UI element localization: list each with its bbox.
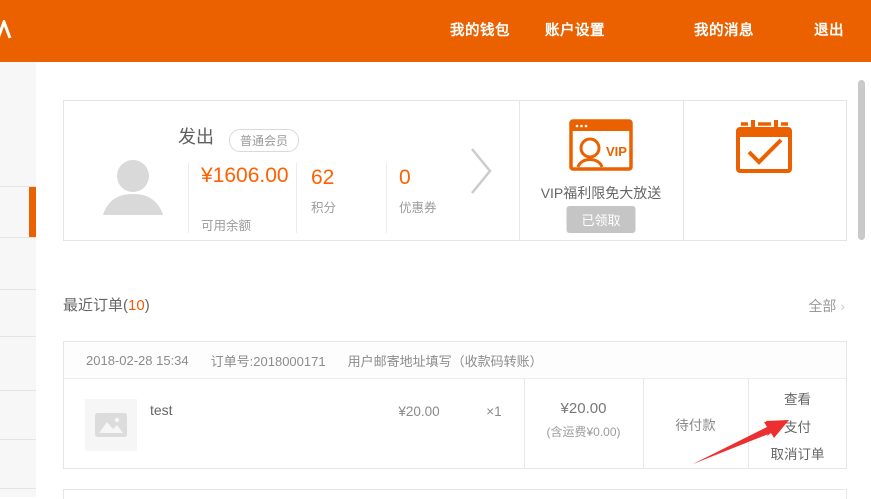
order-note: 用户邮寄地址填写（收款码转账） (348, 351, 543, 370)
nav-my-wallet[interactable]: 我的钱包 (450, 0, 510, 62)
pay-order-link[interactable]: 支付 (748, 421, 847, 435)
vip-promo-block: VIP VIP福利限免大放送 已领取 (519, 101, 683, 240)
nav-my-messages[interactable]: 我的消息 (694, 0, 754, 62)
chevron-right-small-icon: › (840, 298, 845, 314)
order-time: 2018-02-28 15:34 (86, 353, 189, 368)
sidebar-item[interactable] (0, 238, 36, 289)
logo-fragment-icon (0, 20, 13, 46)
chevron-right-icon[interactable] (468, 145, 494, 197)
cancel-order-link[interactable]: 取消订单 (748, 448, 847, 462)
balance-label: 可用余额 (201, 215, 251, 234)
image-placeholder-icon (95, 413, 127, 437)
next-order-card-clipped (63, 489, 847, 499)
svg-text:VIP: VIP (606, 144, 627, 159)
order-number: 订单号:2018000171 (211, 351, 326, 370)
sidebar-item[interactable] (0, 391, 36, 439)
member-level-badge: 普通会员 (229, 129, 299, 152)
shipping-note: (含运费¥0.00) (524, 423, 643, 440)
unit-price: ¥20.00 (364, 404, 474, 419)
view-all-orders-link[interactable]: 全部› (745, 296, 845, 316)
order-status: 待付款 (643, 379, 748, 468)
username: 发出 (178, 123, 214, 149)
stat-divider (188, 163, 189, 233)
order-header-row: 2018-02-28 15:34 订单号:2018000171 用户邮寄地址填写… (64, 342, 846, 379)
order-total: ¥20.00 (524, 400, 643, 417)
checkin-block (683, 101, 847, 240)
claimed-button[interactable]: 已领取 (566, 206, 635, 233)
top-header-bar: 我的钱包 账户设置 我的消息 退出 (0, 0, 871, 62)
user-info-panel: 发出 普通会员 ¥1606.00 可用余额 62 积分 0 优惠券 VIP VI… (63, 100, 847, 241)
view-order-link[interactable]: 查看 (748, 393, 847, 407)
points-label: 积分 (311, 197, 336, 216)
balance-value[interactable]: ¥1606.00 (201, 163, 289, 188)
user-avatar (100, 151, 166, 217)
calendar-check-icon[interactable] (735, 120, 795, 176)
sidebar-item[interactable] (0, 290, 36, 336)
recent-orders-title: 最近订单(10) (63, 294, 150, 315)
product-thumbnail[interactable] (85, 399, 137, 451)
stat-divider (386, 163, 387, 233)
order-card: 2018-02-28 15:34 订单号:2018000171 用户邮寄地址填写… (63, 341, 847, 469)
recent-orders-title-prefix: 最近订单( (63, 297, 128, 314)
sidebar-item[interactable] (0, 337, 36, 390)
quantity: ×1 (464, 404, 524, 419)
sidebar-item[interactable] (0, 440, 36, 488)
sidebar-item-active[interactable] (0, 187, 36, 237)
coupons-value[interactable]: 0 (399, 165, 411, 190)
nav-account-settings[interactable]: 账户设置 (545, 0, 605, 62)
order-total-cell: ¥20.00 (含运费¥0.00) (524, 379, 643, 468)
nav-logout[interactable]: 退出 (814, 0, 844, 62)
recent-orders-title-suffix: ) (145, 297, 150, 314)
vip-window-icon: VIP (569, 119, 633, 177)
sidebar-item[interactable] (0, 62, 36, 186)
scrollbar-thumb[interactable] (858, 80, 865, 240)
orders-count: 10 (128, 297, 145, 314)
points-value[interactable]: 62 (311, 165, 334, 190)
stat-divider (296, 163, 297, 233)
left-sidebar (0, 62, 36, 497)
coupons-label: 优惠券 (399, 197, 437, 216)
sidebar-divider (0, 488, 36, 489)
product-name[interactable]: test (150, 402, 173, 418)
order-actions-cell: 查看 支付 取消订单 (748, 379, 847, 468)
vip-promo-title: VIP福利限免大放送 (519, 183, 683, 203)
view-all-label: 全部 (808, 298, 836, 314)
